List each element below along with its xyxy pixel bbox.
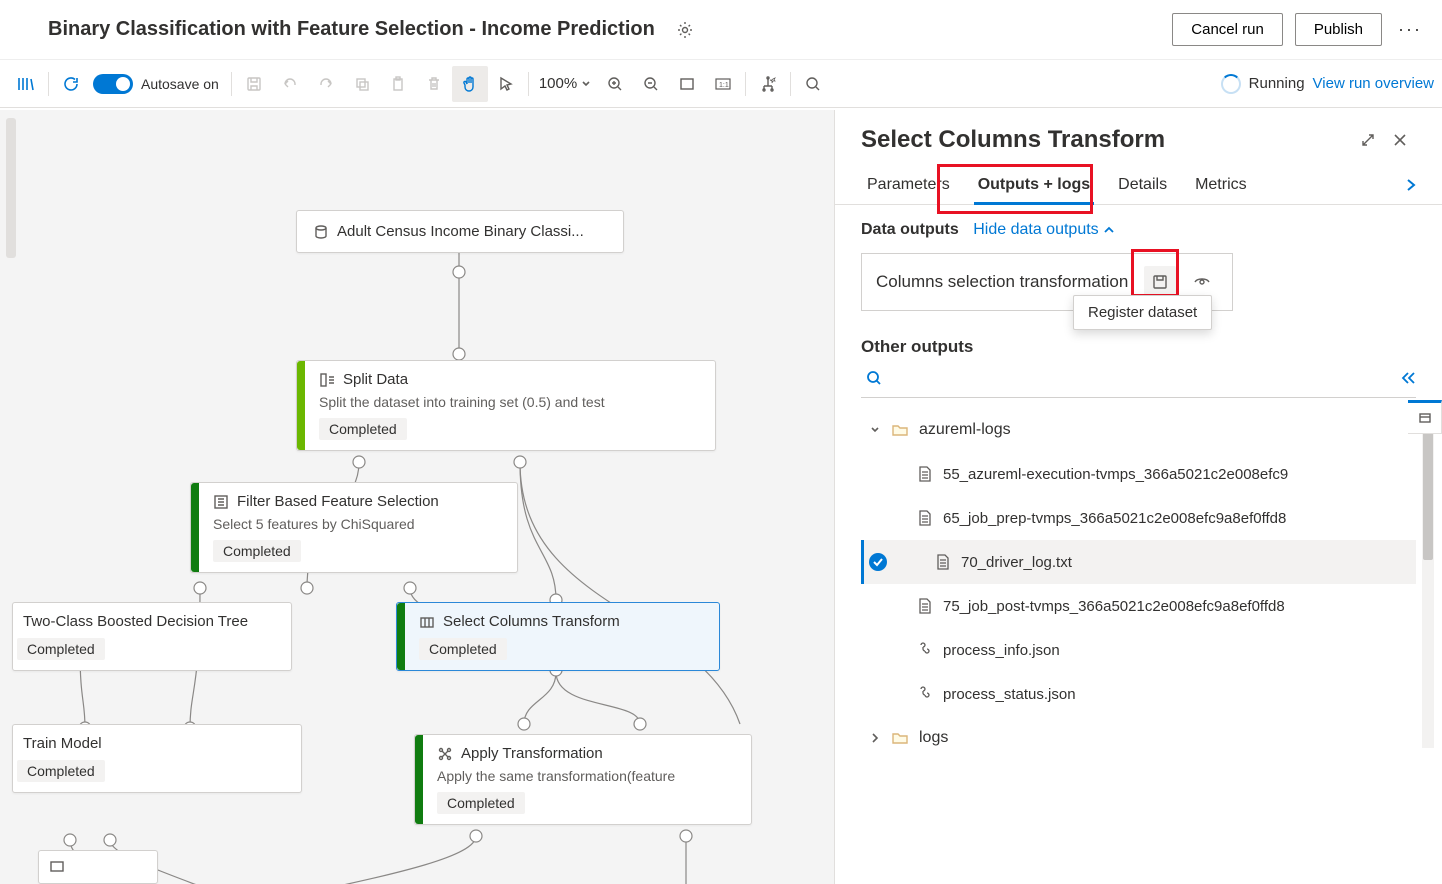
status-badge: Completed (17, 638, 105, 660)
data-outputs-label: Data outputs (861, 221, 959, 238)
expand-icon[interactable] (1352, 124, 1384, 156)
settings-gear-icon[interactable] (675, 20, 695, 40)
file-label: 55_azureml-execution-tvmps_366a5021c2e00… (943, 466, 1288, 483)
side-tab-icon[interactable] (1408, 400, 1442, 434)
collapse-tree-icon[interactable] (1400, 371, 1416, 385)
hide-data-outputs-link[interactable]: Hide data outputs (973, 221, 1115, 238)
node-apply-transformation[interactable]: Apply Transformation Apply the same tran… (414, 734, 752, 825)
status-badge: Completed (319, 418, 407, 440)
undo-icon[interactable] (272, 66, 308, 102)
file-label: process_info.json (943, 642, 1060, 659)
node-title: Train Model (23, 735, 102, 752)
zoom-level[interactable]: 100% (533, 75, 597, 92)
page-title: Binary Classification with Feature Selec… (48, 18, 655, 41)
status-badge: Completed (419, 638, 507, 660)
refresh-icon[interactable] (53, 66, 89, 102)
tree-file[interactable]: process_status.json (861, 672, 1416, 716)
left-collapse-handle[interactable] (6, 118, 16, 258)
node-dataset[interactable]: Adult Census Income Binary Classi... (296, 210, 624, 253)
tree-file[interactable]: 75_job_post-tvmps_366a5021c2e008efc9a8ef… (861, 584, 1416, 628)
tab-parameters[interactable]: Parameters (853, 166, 964, 204)
folder-label: logs (919, 729, 948, 747)
tree-file[interactable]: process_info.json (861, 628, 1416, 672)
node-title: Filter Based Feature Selection (237, 493, 439, 510)
node-partial[interactable] (38, 850, 158, 884)
register-dataset-tooltip: Register dataset (1073, 295, 1212, 330)
library-icon[interactable] (8, 66, 44, 102)
redo-icon[interactable] (308, 66, 344, 102)
more-menu-icon[interactable]: ··· (1398, 19, 1422, 40)
autosave-toggle[interactable] (93, 74, 133, 94)
autosave-label: Autosave on (141, 76, 219, 92)
node-filter-feature-selection[interactable]: Filter Based Feature Selection Select 5 … (190, 482, 518, 573)
other-outputs-label: Other outputs (861, 337, 1416, 357)
node-boosted-tree[interactable]: Two-Class Boosted Decision Tree Complete… (12, 602, 292, 671)
node-dataset-title: Adult Census Income Binary Classi... (337, 223, 584, 240)
svg-text:1:1: 1:1 (719, 82, 729, 89)
status-badge: Completed (437, 792, 525, 814)
file-label: 65_job_prep-tvmps_366a5021c2e008efc9a8ef… (943, 510, 1286, 527)
copy-icon[interactable] (344, 66, 380, 102)
publish-button[interactable]: Publish (1295, 13, 1382, 46)
pan-hand-icon[interactable] (452, 66, 488, 102)
node-select-columns-transform[interactable]: Select Columns Transform Completed (396, 602, 720, 671)
search-icon[interactable] (795, 66, 831, 102)
status-badge: Completed (17, 760, 105, 782)
node-title: Apply Transformation (461, 745, 603, 762)
tree-file[interactable]: 65_job_prep-tvmps_366a5021c2e008efc9a8ef… (861, 496, 1416, 540)
run-status: Running (1249, 75, 1305, 92)
node-title: Select Columns Transform (443, 613, 620, 630)
register-dataset-button[interactable] (1144, 266, 1176, 298)
folder-label: azureml-logs (919, 421, 1011, 439)
paste-icon[interactable] (380, 66, 416, 102)
tree-folder-azureml-logs[interactable]: azureml-logs (861, 408, 1416, 452)
delete-icon[interactable] (416, 66, 452, 102)
search-outputs-icon[interactable] (861, 365, 887, 391)
actual-size-icon[interactable]: 1:1 (705, 66, 741, 102)
tree-file[interactable]: 55_azureml-execution-tvmps_366a5021c2e00… (861, 452, 1416, 496)
file-label: 70_driver_log.txt (961, 554, 1072, 571)
node-title: Two-Class Boosted Decision Tree (23, 613, 248, 630)
details-panel: Select Columns Transform Parameters Outp… (834, 110, 1442, 884)
close-icon[interactable] (1384, 124, 1416, 156)
tree-folder-logs[interactable]: logs (861, 716, 1416, 760)
preview-icon[interactable] (1186, 266, 1218, 298)
node-subtitle: Split the dataset into training set (0.5… (319, 394, 699, 410)
zoom-in-icon[interactable] (597, 66, 633, 102)
zoom-out-icon[interactable] (633, 66, 669, 102)
view-run-overview-link[interactable]: View run overview (1313, 75, 1434, 92)
tree-file-selected[interactable]: 70_driver_log.txt (861, 540, 1416, 584)
tabs-scroll-right-icon[interactable] (1398, 168, 1424, 202)
cancel-run-button[interactable]: Cancel run (1172, 13, 1283, 46)
node-title: Split Data (343, 371, 408, 388)
node-subtitle: Apply the same transformation(feature (437, 768, 735, 784)
panel-title: Select Columns Transform (861, 126, 1352, 154)
checkmark-icon (869, 553, 887, 571)
file-label: 75_job_post-tvmps_366a5021c2e008efc9a8ef… (943, 598, 1285, 615)
tab-outputs-logs[interactable]: Outputs + logs (964, 166, 1104, 204)
status-badge: Completed (213, 540, 301, 562)
fit-screen-icon[interactable] (669, 66, 705, 102)
node-train-model[interactable]: Train Model Completed (12, 724, 302, 793)
auto-layout-icon[interactable] (750, 66, 786, 102)
cursor-icon[interactable] (488, 66, 524, 102)
file-label: process_status.json (943, 686, 1076, 703)
tree-scrollbar[interactable] (1422, 408, 1434, 748)
output-name: Columns selection transformation (876, 272, 1134, 292)
node-subtitle: Select 5 features by ChiSquared (213, 516, 501, 532)
running-spinner-icon (1221, 74, 1241, 94)
save-icon[interactable] (236, 66, 272, 102)
node-split-data[interactable]: Split Data Split the dataset into traini… (296, 360, 716, 451)
tab-details[interactable]: Details (1104, 166, 1181, 204)
tab-metrics[interactable]: Metrics (1181, 166, 1261, 204)
